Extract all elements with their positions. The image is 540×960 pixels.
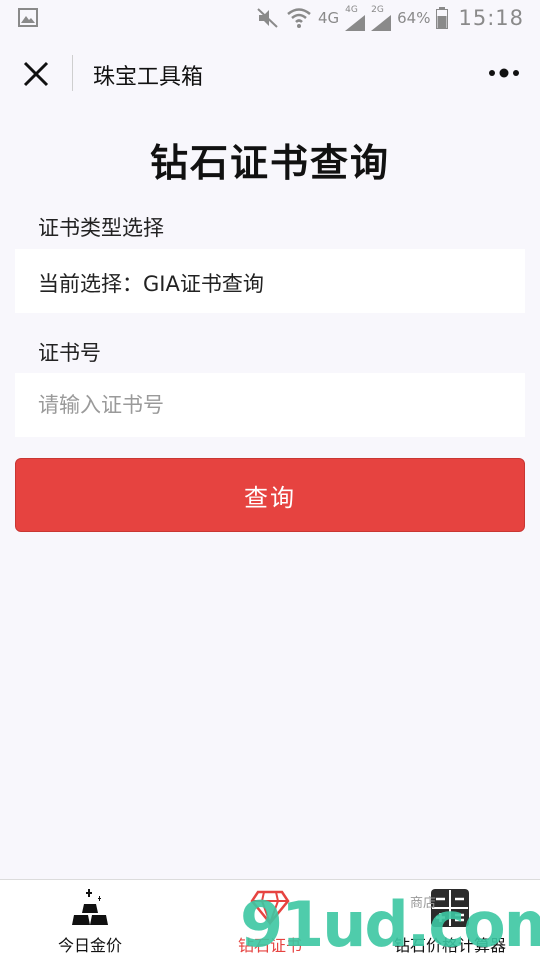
- status-bar: 4G 4G 2G 64% 15:18: [0, 0, 540, 36]
- certificate-type-label: 证书类型选择: [38, 216, 164, 240]
- tab-gold-price[interactable]: 今日金价: [0, 880, 180, 960]
- gold-bars-icon: [72, 889, 108, 925]
- query-button[interactable]: 查询: [15, 458, 525, 532]
- certificate-number-label: 证书号: [38, 341, 101, 365]
- wifi-icon: [287, 8, 311, 28]
- close-icon[interactable]: [22, 60, 50, 88]
- battery-icon: [436, 7, 449, 29]
- mute-icon: [257, 8, 278, 28]
- nav-divider: [72, 55, 73, 91]
- nav-bar: 珠宝工具箱: [0, 36, 540, 110]
- signal-icon-1: 4G: [345, 5, 366, 31]
- watermark-store-text: 商店: [410, 896, 437, 911]
- gallery-icon: [18, 8, 38, 27]
- certificate-number-input[interactable]: [15, 373, 525, 437]
- battery-percent: 64%: [397, 9, 431, 27]
- app-title: 珠宝工具箱: [93, 65, 204, 90]
- certificate-number-field[interactable]: [15, 373, 525, 437]
- more-icon[interactable]: [488, 67, 520, 79]
- network-label-1: 4G: [317, 9, 340, 27]
- certificate-type-value: 当前选择：GIA证书查询: [38, 272, 264, 296]
- tab-label: 今日金价: [57, 936, 122, 955]
- page-title: 钻石证书查询: [149, 141, 390, 185]
- clock: 15:18: [458, 6, 524, 30]
- watermark-logo: 91ud.com: [240, 888, 540, 960]
- status-right: 4G 4G 2G 64% 15:18: [256, 4, 524, 32]
- certificate-type-selector[interactable]: 当前选择：GIA证书查询: [15, 249, 525, 313]
- signal-icon-2: 2G: [371, 5, 392, 31]
